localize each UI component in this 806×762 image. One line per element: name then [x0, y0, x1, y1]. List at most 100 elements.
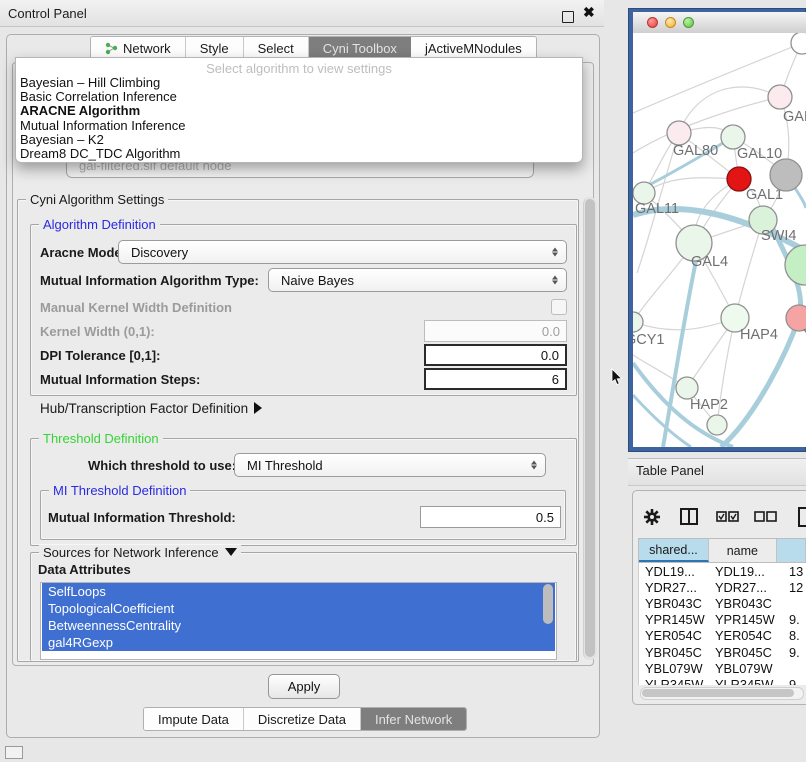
network-node-hap2[interactable] [676, 377, 698, 399]
settings-scrollbar-thumb[interactable] [585, 199, 595, 657]
split-columns-icon[interactable] [680, 508, 698, 525]
table-row[interactable]: YBR045CYBR045C9. [639, 644, 806, 660]
mi-type-label: Mutual Information Algorithm Type: [40, 273, 259, 288]
network-node-gcy1[interactable] [633, 312, 643, 332]
kernel-width-field[interactable]: 0.0 [424, 320, 567, 342]
tab-label: Discretize Data [258, 712, 346, 727]
table-cell: YBR043C [711, 596, 781, 611]
tab-style[interactable]: Style [186, 37, 244, 59]
algorithm-option[interactable]: Basic Correlation Inference [16, 90, 582, 104]
mouse-cursor-icon [611, 368, 623, 386]
hub-definition-label: Hub/Transcription Factor Definition [40, 401, 248, 416]
column-header-shared-name[interactable]: shared... [639, 539, 709, 562]
algorithm-option[interactable]: ARACNE Algorithm [16, 104, 582, 118]
network-node[interactable] [707, 415, 727, 435]
which-threshold-select[interactable]: MI Threshold [234, 453, 546, 477]
network-node[interactable] [791, 33, 806, 54]
table-cell: YER054C [711, 628, 781, 643]
chevron-down-icon [225, 548, 237, 556]
mi-type-select[interactable]: Naive Bayes [268, 268, 567, 292]
bottom-tabs: Impute Data Discretize Data Infer Networ… [143, 707, 467, 731]
network-graph-icon [105, 42, 118, 55]
column-header-clipped[interactable] [777, 539, 806, 562]
tab-network[interactable]: Network [91, 37, 186, 59]
algorithm-option[interactable]: Mutual Information Inference [16, 119, 582, 133]
attribute-item[interactable]: gal4RGexp [42, 634, 555, 651]
gear-icon[interactable] [643, 508, 661, 526]
table-row[interactable]: YBL079WYBL079W [639, 660, 806, 676]
attribute-item[interactable]: SelfLoops [42, 583, 555, 600]
tab-discretize-data[interactable]: Discretize Data [244, 708, 361, 730]
table-row[interactable]: YBR043CYBR043C [639, 595, 806, 611]
table-row[interactable]: YDL19...YDL19...13 [639, 563, 806, 579]
mi-type-value: Naive Bayes [281, 273, 354, 288]
network-node-label: HAP2 [690, 397, 728, 413]
algorithm-placeholder: Select algorithm to view settings [16, 58, 582, 76]
table-cell: 12 [781, 580, 806, 595]
network-node[interactable] [785, 245, 806, 285]
tab-label: Network [123, 41, 171, 56]
algorithm-option[interactable]: Bayesian – Hill Climbing [16, 76, 582, 90]
network-node-gal7[interactable] [768, 85, 792, 109]
aracne-mode-value: Discovery [131, 245, 188, 260]
mi-steps-field[interactable]: 6 [424, 368, 567, 390]
network-window-titlebar[interactable] [633, 12, 806, 34]
table-cell: YBR045C [639, 645, 711, 660]
table-cell: YBL079W [711, 661, 781, 676]
attributes-scrollbar-thumb[interactable] [543, 584, 553, 624]
float-window-icon[interactable] [562, 11, 574, 23]
mi-threshold-field[interactable]: 0.5 [420, 506, 561, 528]
network-node-label: HAP4 [740, 327, 778, 343]
column-header-name[interactable]: name [709, 539, 777, 562]
checked-attributes-icon[interactable] [716, 511, 740, 523]
close-icon[interactable]: ✖ [583, 4, 595, 21]
stepper-icon [531, 461, 537, 470]
table-cell: YDL19... [639, 564, 711, 579]
network-node-gal80[interactable] [667, 121, 691, 145]
algorithm-option[interactable]: Bayesian – K2 [16, 133, 582, 147]
tab-label: Select [258, 41, 294, 56]
tab-select[interactable]: Select [244, 37, 309, 59]
network-node-label: GAL1 [746, 187, 783, 203]
sources-toggle[interactable]: Sources for Network Inference [39, 545, 241, 560]
function-builder-icon[interactable] [798, 507, 806, 527]
apply-button[interactable]: Apply [268, 674, 340, 699]
minimize-traffic-icon[interactable] [665, 17, 676, 28]
table-row[interactable]: YER054CYER054C8. [639, 628, 806, 644]
network-node[interactable] [770, 159, 802, 191]
unchecked-attributes-icon[interactable] [754, 511, 778, 523]
table-header-row: shared... name [638, 538, 806, 563]
table-row[interactable]: YLR345WYLR345W9. [639, 676, 806, 685]
data-attributes-list[interactable]: SelfLoopsTopologicalCoefficientBetweenne… [40, 582, 557, 660]
tab-cyni-toolbox[interactable]: Cyni Toolbox [309, 37, 411, 59]
table-cell: 13 [781, 564, 806, 579]
stepper-icon [552, 248, 558, 257]
tab-impute-data[interactable]: Impute Data [144, 708, 244, 730]
attribute-item[interactable]: TopologicalCoefficient [42, 600, 555, 617]
table-body: YDL19...YDL19...13YDR27...YDR27...12YBR0… [638, 563, 806, 685]
tab-jactivemnodules[interactable]: jActiveMNodules [411, 37, 536, 59]
manual-kernel-checkbox[interactable] [551, 299, 567, 315]
network-node-label: GAL10 [737, 146, 782, 162]
aracne-mode-select[interactable]: Discovery [118, 240, 567, 264]
table-horizontal-scrollbar-thumb[interactable] [642, 689, 794, 697]
tab-infer-network[interactable]: Infer Network [361, 708, 466, 730]
table-cell: YER054C [639, 628, 711, 643]
hub-definition-toggle[interactable]: Hub/Transcription Factor Definition [40, 401, 262, 416]
tab-label: Infer Network [375, 712, 452, 727]
table-cell: YBR043C [639, 596, 711, 611]
table-row[interactable]: YPR145WYPR145W9. [639, 612, 806, 628]
close-traffic-icon[interactable] [647, 17, 658, 28]
mi-threshold-definition-title: MI Threshold Definition [49, 483, 190, 498]
zoom-traffic-icon[interactable] [683, 17, 694, 28]
algorithm-option[interactable]: Dream8 DC_TDC Algorithm [16, 147, 582, 161]
table-cell: YDL19... [711, 564, 781, 579]
dpi-tolerance-label: DPI Tolerance [0,1]: [40, 348, 160, 363]
tab-label: Style [200, 41, 229, 56]
minimized-panel-icon[interactable] [5, 746, 23, 759]
attribute-item[interactable]: BetweennessCentrality [42, 617, 555, 634]
table-row[interactable]: YDR27...YDR27...12 [639, 579, 806, 595]
network-canvas[interactable]: GAL7GAL80GAL10GAL1GAL11SWI4GAL4GCY1HAP4Y… [633, 33, 806, 447]
data-attributes-label: Data Attributes [38, 562, 131, 577]
dpi-tolerance-field[interactable]: 0.0 [424, 344, 567, 366]
